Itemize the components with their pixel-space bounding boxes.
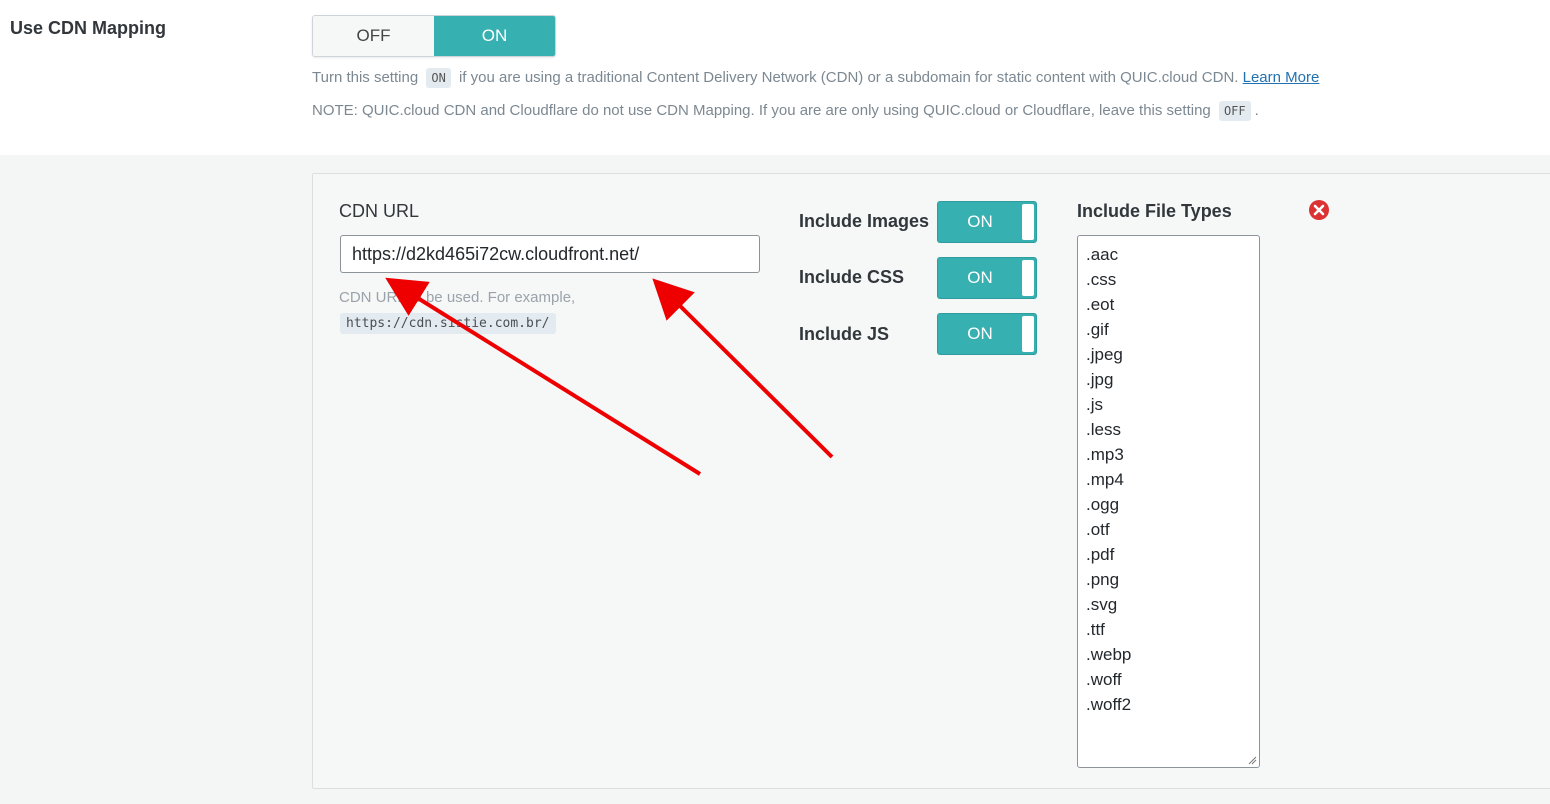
setting-title: Use CDN Mapping	[10, 18, 167, 38]
cdn-url-input[interactable]	[340, 235, 760, 273]
file-type-item: .js	[1086, 395, 1103, 414]
file-type-item: .jpeg	[1086, 345, 1123, 364]
cdn-mapping-setting-row: Use CDN Mapping OFF ON Turn this setting…	[0, 0, 1550, 155]
file-type-item: .webp	[1086, 645, 1132, 664]
desc-text: if you are using a traditional Content D…	[458, 68, 1239, 86]
file-type-item: .pdf	[1086, 545, 1115, 564]
file-type-item: .png	[1086, 570, 1120, 589]
file-type-item: .mp3	[1086, 445, 1124, 464]
cdn-url-hint: CDN URL to be used. For example,	[339, 289, 576, 306]
desc-text: Turn this setting	[312, 68, 419, 86]
file-type-item: .svg	[1086, 595, 1118, 614]
cdn-url-example: https://cdn.sistie.com.br/	[340, 313, 556, 334]
switch-knob	[1022, 260, 1034, 296]
learn-more-link[interactable]: Learn More	[1243, 69, 1320, 86]
switch-knob	[1022, 316, 1034, 352]
remove-circle-icon[interactable]	[1308, 199, 1330, 221]
toggle-off-option[interactable]: OFF	[313, 16, 434, 56]
file-type-item: .less	[1086, 420, 1121, 439]
include-js-label: Include JS	[799, 324, 890, 344]
resize-handle-icon[interactable]	[1247, 755, 1257, 765]
toggle-on-option[interactable]: ON	[434, 16, 555, 56]
off-code-badge: OFF	[1218, 101, 1251, 121]
file-type-item: .mp4	[1086, 470, 1124, 489]
setting-description: Turn this setting ON if you are using a …	[312, 68, 1319, 88]
on-code-badge: ON	[426, 68, 451, 88]
file-type-item: .ogg	[1086, 495, 1120, 514]
note-end: .	[1254, 101, 1259, 119]
switch-knob	[1022, 204, 1034, 240]
include-css-label: Include CSS	[799, 267, 905, 287]
file-types-label: Include File Types	[1077, 201, 1232, 221]
file-types-textarea[interactable]: .aac .css .eot .gif .jpeg .jpg .js .less .mp3 .mp…	[1077, 235, 1260, 768]
file-types-list: .aac .css .eot .gif .jpeg .jpg .js .less .mp3 .mp…	[1086, 242, 1251, 717]
file-type-item: .woff	[1086, 670, 1122, 689]
include-images-label: Include Images	[799, 211, 930, 231]
file-type-item: .jpg	[1086, 370, 1114, 389]
file-type-item: .aac	[1086, 245, 1119, 264]
include-css-switch[interactable]: ON	[937, 257, 1037, 299]
include-images-switch[interactable]: ON	[937, 201, 1037, 243]
file-type-item: .woff2	[1086, 695, 1132, 714]
file-type-item: .otf	[1086, 520, 1110, 539]
note-text: NOTE: QUIC.cloud CDN and Cloudflare do n…	[312, 101, 1211, 119]
file-type-item: .eot	[1086, 295, 1115, 314]
setting-note: NOTE: QUIC.cloud CDN and Cloudflare do n…	[312, 101, 1259, 121]
file-type-item: .css	[1086, 270, 1117, 289]
cdn-url-label: CDN URL	[339, 201, 420, 221]
cdn-mapping-toggle[interactable]: OFF ON	[312, 15, 556, 57]
file-type-item: .gif	[1086, 320, 1109, 339]
file-type-item: .ttf	[1086, 620, 1105, 639]
include-js-switch[interactable]: ON	[937, 313, 1037, 355]
